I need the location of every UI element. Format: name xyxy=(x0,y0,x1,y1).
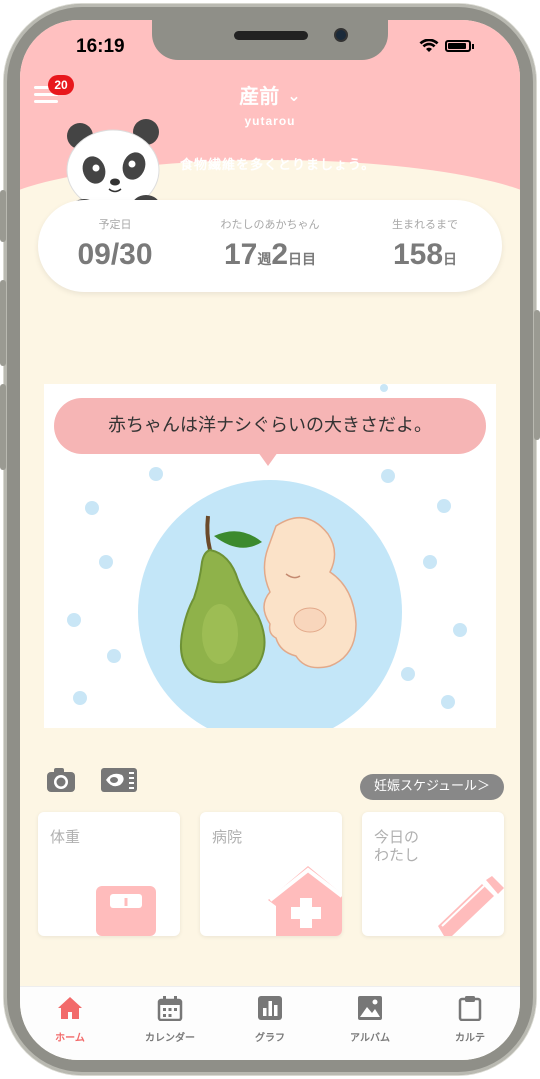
daily-advice: 食物繊維を多くとりましょう。 xyxy=(180,158,376,173)
tab-graph-label: グラフ xyxy=(255,1033,285,1044)
tile-today-me[interactable]: 今日の わたし xyxy=(362,812,504,936)
tab-graph[interactable]: グラフ xyxy=(220,995,320,1044)
graph-icon xyxy=(258,996,282,1020)
baby-size-message: 赤ちゃんは洋ナシぐらいの大きさだよ。 xyxy=(54,398,486,454)
tab-chart[interactable]: カルテ xyxy=(420,995,520,1044)
baby-size-panel[interactable]: 赤ちゃんは洋ナシぐらいの大きさだよ。 xyxy=(44,384,496,728)
battery-icon xyxy=(445,40,471,52)
tile-hospital-label: 病院 xyxy=(212,828,243,846)
battery-tip xyxy=(472,43,474,49)
due-date-value-wrap: 09/30 xyxy=(38,238,192,272)
tab-calendar[interactable]: カレンダー xyxy=(120,995,220,1044)
notch xyxy=(152,20,388,60)
status-time: 16:19 xyxy=(76,36,125,57)
tab-calendar-label: カレンダー xyxy=(145,1033,195,1044)
tile-weight-label: 体重 xyxy=(50,828,81,846)
scale-icon xyxy=(96,886,156,936)
status-icons xyxy=(419,39,474,53)
remaining-value-wrap: 158日 xyxy=(348,238,502,272)
side-button-power xyxy=(534,310,540,440)
ultrasound-icon[interactable] xyxy=(100,766,138,794)
side-button-mute xyxy=(0,190,6,242)
mode-selector[interactable]: 産前 ⌄ xyxy=(20,80,520,109)
baby-weeks: 17 xyxy=(223,238,258,271)
due-date-label: 予定日 xyxy=(98,218,132,231)
remaining-days: 158 xyxy=(392,238,444,271)
side-button-volume-down xyxy=(0,384,6,470)
app-screen: 16:19 20 産前 ⌄ yutarou 食物繊維を多くとりましょう。 予定日… xyxy=(20,20,520,1060)
camera-icon[interactable] xyxy=(46,766,76,794)
tile-today-label: 今日の わたし xyxy=(374,828,420,864)
chevron-down-icon: ⌄ xyxy=(287,86,301,105)
tile-weight[interactable]: 体重 xyxy=(38,812,180,936)
baby-weeks-unit: 週 xyxy=(257,251,272,267)
home-icon xyxy=(58,997,82,1019)
clipboard-icon xyxy=(458,996,482,1022)
album-icon xyxy=(358,996,382,1020)
tab-home[interactable]: ホーム xyxy=(20,995,120,1044)
remaining-unit: 日 xyxy=(443,251,458,267)
bubble-tail xyxy=(258,452,278,466)
baby-age-value-wrap: 17週2日目 xyxy=(193,238,347,272)
tab-chart-label: カルテ xyxy=(455,1033,485,1044)
calendar-icon xyxy=(157,996,183,1022)
tile-hospital[interactable]: 病院 xyxy=(200,812,342,936)
pregnancy-schedule-button[interactable]: 妊娠スケジュール＞ xyxy=(360,774,504,800)
mode-title: 産前 xyxy=(239,84,280,108)
tab-home-label: ホーム xyxy=(55,1033,85,1044)
speaker-grille xyxy=(234,31,308,40)
tab-album-label: アルバム xyxy=(350,1033,390,1044)
pencil-icon xyxy=(438,876,504,936)
remaining-label: 生まれるまで xyxy=(392,218,458,231)
remaining-days-section: 生まれるまで 158日 xyxy=(348,216,502,272)
due-date-value: 09/30 xyxy=(77,238,153,271)
baby-age-label: わたしのあかちゃん xyxy=(220,218,320,231)
tab-album[interactable]: アルバム xyxy=(320,995,420,1044)
hospital-icon xyxy=(268,866,342,936)
baby-age-section: わたしのあかちゃん 17週2日目 xyxy=(193,216,347,272)
front-camera xyxy=(334,28,348,42)
side-button-volume-up xyxy=(0,280,6,366)
pregnancy-info-card: 予定日 09/30 わたしのあかちゃん 17週2日目 生まれるまで 158日 xyxy=(38,200,502,292)
baby-days-unit: 日目 xyxy=(288,251,317,267)
bottom-tab-bar: ホーム カレンダー グラフ アルバム カルテ xyxy=(20,986,520,1060)
baby-days: 2 xyxy=(271,238,289,271)
wifi-icon xyxy=(419,39,439,52)
due-date-section: 予定日 09/30 xyxy=(38,216,192,272)
